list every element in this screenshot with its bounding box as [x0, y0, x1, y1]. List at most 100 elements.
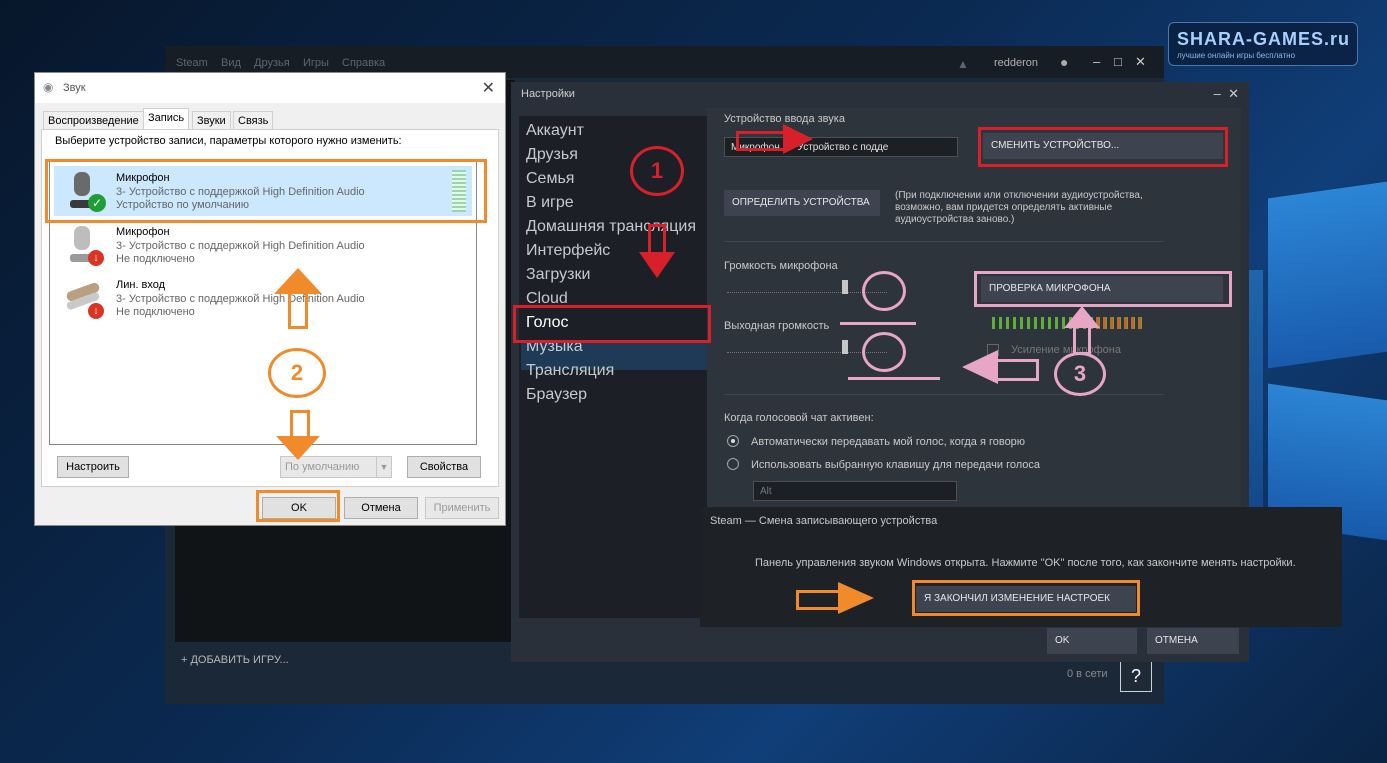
device-item-line-in[interactable]: ↓ Лин. вход 3- Устройство с поддержкой H…: [54, 273, 472, 323]
watermark-brand: SHARA-GAMES.ru: [1177, 29, 1351, 49]
device-description: 3- Устройство с поддержкой High Definiti…: [116, 293, 365, 305]
menu-games[interactable]: Игры: [303, 57, 329, 69]
sound-titlebar: ◉ Звук ✕: [35, 73, 505, 103]
watermark-logo: SHARA-GAMES.ru лучшие онлайн игры беспла…: [1168, 22, 1358, 66]
maximize-icon[interactable]: □: [1114, 54, 1122, 69]
disconnected-arrow-icon: ↓: [88, 303, 104, 319]
apply-button[interactable]: Применить: [425, 497, 499, 519]
settings-title: Настройки: [521, 88, 575, 100]
annotation-circle-mic-thumb: [862, 271, 906, 311]
tab-sounds[interactable]: Звуки: [192, 111, 231, 130]
arrow-down-head: [639, 252, 675, 278]
big-picture-icon[interactable]: ●: [1060, 54, 1068, 70]
nav-item-broadcasting[interactable]: Трансляция: [526, 362, 614, 380]
double-arrow-output: [848, 377, 940, 380]
nav-item-in-game[interactable]: В игре: [526, 194, 574, 212]
radio-auto-transmit-label: Автоматически передавать мой голос, когд…: [751, 436, 1026, 448]
arrow-up-pink-head: [1064, 306, 1100, 328]
device-name: Лин. вход: [116, 279, 166, 291]
tab-communications[interactable]: Связь: [233, 111, 274, 130]
step-3-marker: 3: [1054, 352, 1106, 396]
arrow-up-pink-stem: [1073, 326, 1091, 355]
arrow-up-stem: [288, 292, 308, 329]
settings-window-controls: – ✕: [1214, 86, 1239, 102]
nav-item-family[interactable]: Семья: [526, 170, 574, 188]
add-game-button[interactable]: + ДОБАВИТЬ ИГРУ...: [181, 654, 289, 666]
device-status: Не подключено: [116, 306, 195, 318]
notification-icon[interactable]: ▲: [957, 57, 969, 71]
nav-item-browser[interactable]: Браузер: [526, 386, 587, 404]
detect-devices-button[interactable]: ОПРЕДЕЛИТЬ УСТРОЙСТВА: [724, 190, 880, 216]
voice-active-label: Когда голосовой чат активен:: [724, 412, 874, 424]
tab-recording[interactable]: Запись: [143, 108, 190, 131]
watermark-tagline: лучшие онлайн игры бесплатно: [1177, 51, 1296, 60]
microphone-icon: ↓: [62, 224, 104, 266]
menu-friends[interactable]: Друзья: [254, 57, 290, 69]
output-volume-thumb[interactable]: [842, 340, 849, 354]
detect-devices-note: (При подключении или отключении аудиоуст…: [895, 190, 1143, 225]
mic-volume-label: Громкость микрофона: [724, 260, 838, 272]
settings-nav: Аккаунт Друзья Семья В игре Домашняя тра…: [519, 116, 707, 618]
line-in-cable-icon: ↓: [62, 277, 104, 319]
device-item-microphone[interactable]: ↓ Микрофон 3- Устройство с поддержкой Hi…: [54, 220, 472, 270]
username[interactable]: redderon: [994, 57, 1038, 69]
double-arrow-mic: [840, 322, 916, 325]
annotation-box-done-button: [912, 580, 1140, 616]
nav-item-interface[interactable]: Интерфейс: [526, 242, 610, 260]
friends-online-count[interactable]: 0 в сети: [1067, 668, 1108, 680]
menu-help[interactable]: Справка: [342, 57, 385, 69]
arrow-right-annotation: [736, 131, 789, 151]
arrow-right-orange-head: [838, 582, 874, 614]
speaker-icon: ◉: [43, 80, 54, 94]
radio-push-to-talk[interactable]: [727, 458, 739, 470]
arrow-left-pink-stem: [996, 359, 1039, 381]
settings-cancel-button[interactable]: ОТМЕНА: [1147, 628, 1239, 654]
arrow-down-orange-head: [276, 436, 320, 460]
step-2-marker: 2: [268, 348, 326, 398]
annotation-box-mic-test: [974, 271, 1232, 307]
menu-view[interactable]: Вид: [221, 57, 241, 69]
mic-volume-thumb[interactable]: [842, 280, 849, 294]
sound-title: Звук: [63, 82, 86, 94]
chevron-down-icon: ▼: [376, 457, 391, 477]
popup-title: Steam — Смена записывающего устройства: [710, 515, 938, 527]
close-icon[interactable]: ✕: [1228, 86, 1239, 101]
device-status: Не подключено: [116, 253, 195, 265]
step-1-marker: 1: [630, 146, 684, 196]
annotation-box-change-device: [978, 127, 1228, 167]
recording-instruction: Выберите устройство записи, параметры ко…: [55, 135, 402, 147]
annotation-box-default-mic: [45, 159, 487, 223]
annotation-box-ok: [256, 490, 340, 522]
tab-playback[interactable]: Воспроизведение: [43, 111, 144, 130]
nav-item-account[interactable]: Аккаунт: [526, 122, 584, 140]
arrow-right-orange-stem: [796, 590, 843, 610]
arrow-left-pink-head: [962, 350, 998, 384]
settings-ok-button[interactable]: OK: [1047, 628, 1137, 654]
device-name: Микрофон: [116, 226, 170, 238]
radio-push-to-talk-label: Использовать выбранную клавишу для перед…: [751, 459, 1040, 471]
windows-logo-pane-top: [1268, 181, 1387, 369]
configure-button[interactable]: Настроить: [57, 456, 129, 478]
divider: [724, 394, 1164, 395]
add-game-label: ДОБАВИТЬ ИГРУ...: [190, 654, 289, 666]
properties-button[interactable]: Свойства: [407, 456, 481, 478]
popup-message: Панель управления звуком Windows открыта…: [755, 557, 1296, 569]
device-description: 3- Устройство с поддержкой High Definiti…: [116, 240, 365, 252]
cancel-button[interactable]: Отмена: [344, 497, 418, 519]
push-to-talk-key-field[interactable]: Alt: [753, 481, 957, 501]
output-volume-label: Выходная громкость: [724, 320, 830, 332]
minimize-icon[interactable]: –: [1093, 54, 1100, 69]
minimize-icon[interactable]: –: [1214, 86, 1221, 101]
nav-item-downloads[interactable]: Загрузки: [526, 266, 590, 284]
annotation-box-voice-nav: [513, 305, 711, 343]
disconnected-arrow-icon: ↓: [88, 250, 104, 266]
annotation-circle-output-thumb: [862, 332, 906, 372]
menu-steam[interactable]: Steam: [176, 57, 208, 69]
help-button[interactable]: ?: [1120, 660, 1152, 692]
nav-item-friends[interactable]: Друзья: [526, 146, 578, 164]
set-default-label: По умолчанию: [285, 461, 360, 473]
close-icon[interactable]: ✕: [482, 78, 495, 98]
close-icon[interactable]: ✕: [1135, 54, 1146, 70]
arrow-up-annotation: [274, 268, 322, 294]
radio-auto-transmit[interactable]: [727, 435, 739, 447]
